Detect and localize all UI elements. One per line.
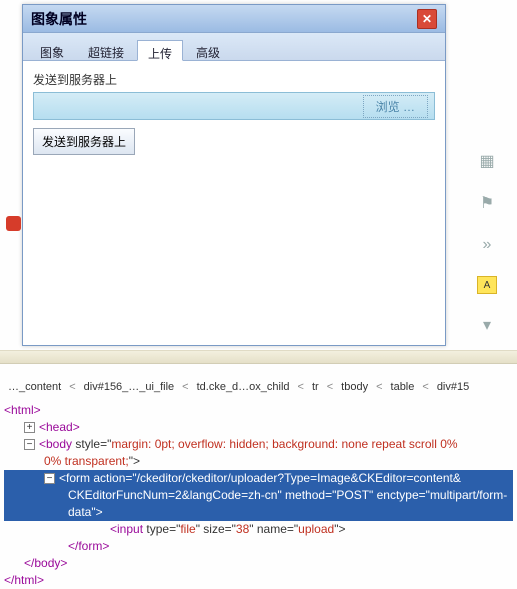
- code-token: multipart/form-: [430, 488, 507, 502]
- code-token: ">: [91, 505, 102, 519]
- code-token: =": [225, 522, 236, 536]
- browse-button[interactable]: 浏览 …: [363, 95, 428, 118]
- tab-upload[interactable]: 上传: [137, 40, 183, 61]
- dialog-title-text: 图象属性: [31, 9, 87, 29]
- selected-node[interactable]: CKEditorFuncNum=2&langCode=zh-cn" method…: [4, 487, 513, 504]
- tab-bar: 图象 超链接 上传 高级: [23, 33, 445, 61]
- code-token: ": [369, 488, 377, 502]
- code-token: =": [100, 437, 111, 451]
- selected-node[interactable]: data">: [4, 504, 513, 521]
- flag-icon[interactable]: ⚑: [473, 192, 501, 214]
- dropdown-icon[interactable]: ▾: [473, 314, 501, 336]
- dialog-body: 发送到服务器上 浏览 … 发送到服务器上: [23, 61, 445, 345]
- breadcrumb-item[interactable]: td.cke_d…ox_child: [197, 381, 290, 393]
- send-to-server-button[interactable]: 发送到服务器上: [33, 128, 135, 155]
- breadcrumb-item[interactable]: tbody: [341, 381, 368, 393]
- code-token: <input: [110, 522, 146, 536]
- code-token: ">: [129, 454, 140, 468]
- code-token: name: [257, 522, 287, 536]
- breadcrumb-item[interactable]: div#15: [437, 381, 469, 393]
- code-token: ": [249, 522, 257, 536]
- breadcrumb-item[interactable]: div#156_…_ui_file: [84, 381, 175, 393]
- chart-icon[interactable]: ▦: [473, 150, 501, 172]
- code-token: </body>: [24, 556, 67, 570]
- tab-advanced[interactable]: 高级: [185, 39, 231, 60]
- font-color-icon[interactable]: A: [477, 276, 497, 294]
- dialog-titlebar[interactable]: 图象属性 ✕: [23, 5, 445, 33]
- close-icon[interactable]: ✕: [417, 9, 437, 29]
- code-token: upload: [298, 522, 334, 536]
- code-token: =": [169, 522, 180, 536]
- code-token: margin: 0pt; overflow: hidden; backgroun…: [111, 437, 457, 451]
- separator-bar: [0, 350, 517, 364]
- code-token: </html>: [4, 573, 44, 587]
- toggle-icon[interactable]: −: [24, 439, 35, 450]
- tab-hyperlink[interactable]: 超链接: [77, 39, 135, 60]
- code-token: method: [285, 488, 325, 502]
- dom-breadcrumb[interactable]: …_content< div#156_…_ui_file< td.cke_d…o…: [0, 376, 517, 398]
- code-token: <html>: [4, 403, 41, 417]
- chevrons-icon[interactable]: »: [473, 234, 501, 256]
- code-token: size: [203, 522, 224, 536]
- breadcrumb-item[interactable]: table: [391, 381, 415, 393]
- selected-node[interactable]: −<form action="/ckeditor/ckeditor/upload…: [4, 470, 513, 487]
- file-input-bar[interactable]: 浏览 …: [33, 92, 435, 120]
- red-indicator-icon: [6, 216, 21, 231]
- code-token: 38: [236, 522, 249, 536]
- code-token: data: [68, 505, 91, 519]
- code-token: /ckeditor/ckeditor/uploader?Type=Image&C…: [137, 471, 461, 485]
- code-token: =": [325, 488, 336, 502]
- code-token: POST: [336, 488, 369, 502]
- code-token: enctype: [377, 488, 419, 502]
- code-token: file: [180, 522, 195, 536]
- code-token: =": [287, 522, 298, 536]
- code-token: =": [125, 471, 136, 485]
- image-properties-dialog: 图象属性 ✕ 图象 超链接 上传 高级 发送到服务器上 浏览 … 发送到服务器上: [22, 4, 446, 346]
- upload-label: 发送到服务器上: [33, 71, 435, 88]
- code-token: style: [75, 437, 100, 451]
- code-token: CKEditorFuncNum=2&langCode=zh-cn: [68, 488, 277, 502]
- tab-image[interactable]: 图象: [29, 39, 75, 60]
- code-token: <form: [59, 471, 93, 485]
- toggle-icon[interactable]: −: [44, 473, 55, 484]
- html-inspector[interactable]: <html> +<head> −<body style="margin: 0pt…: [4, 402, 513, 589]
- code-token: 0% transparent;: [44, 454, 129, 468]
- code-token: =": [419, 488, 430, 502]
- code-token: type: [146, 522, 169, 536]
- breadcrumb-item[interactable]: tr: [312, 381, 319, 393]
- code-token: ": [277, 488, 285, 502]
- code-token: ">: [334, 522, 345, 536]
- code-token: <body: [39, 437, 75, 451]
- right-toolbar-fragment: ▦ ⚑ » A ▾: [457, 150, 517, 336]
- code-token: <head>: [39, 420, 80, 434]
- code-token: </form>: [68, 539, 109, 553]
- breadcrumb-item[interactable]: …_content: [8, 381, 61, 393]
- toggle-icon[interactable]: +: [24, 422, 35, 433]
- code-token: action: [93, 471, 125, 485]
